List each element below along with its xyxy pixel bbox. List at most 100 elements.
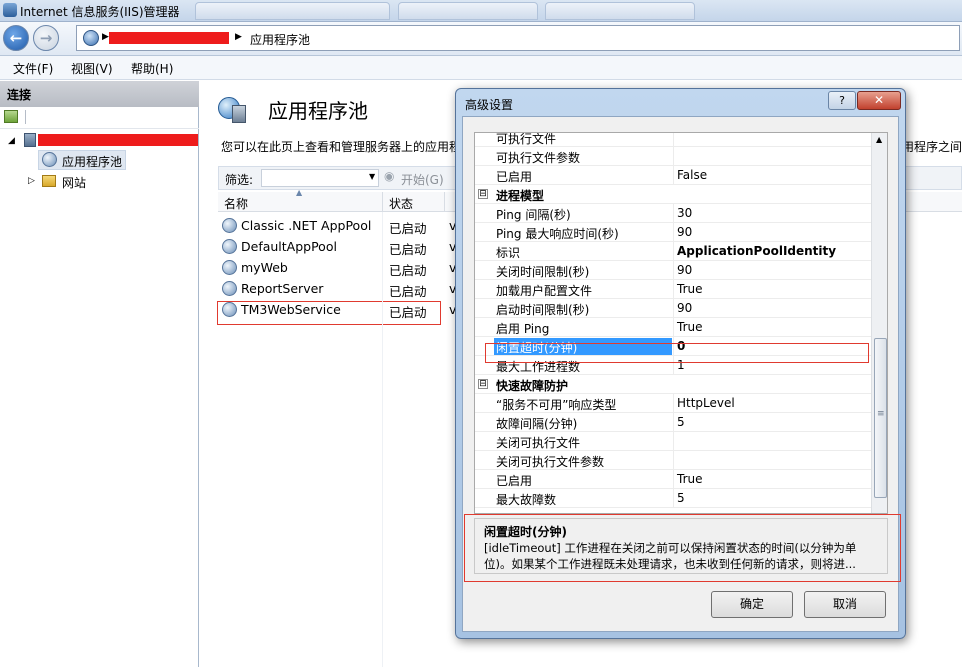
connections-panel: 连接 ◢ 应用程序池 ▷ 网站 <box>0 81 199 667</box>
advanced-settings-dialog: 高级设置 ? ✕ 可执行文件 可执行文件参数 已启用 False ⊟ 进程模型 Ping 间… <box>455 88 906 639</box>
connections-toolbar <box>0 107 199 129</box>
background-window-tab[interactable] <box>398 2 538 20</box>
start-binoculars-icon: ◉ <box>384 169 395 183</box>
highlight-box-idle-timeout <box>485 343 869 363</box>
tree-item-app-pools[interactable]: 应用程序池 <box>38 150 126 170</box>
background-window-tab[interactable] <box>545 2 695 20</box>
highlight-box-description <box>464 514 901 582</box>
column-divider[interactable] <box>382 192 383 212</box>
start-button[interactable]: 开始(G) <box>401 171 444 188</box>
forward-button[interactable]: → <box>33 25 59 51</box>
property-row[interactable]: 关闭可执行文件 <box>475 432 871 451</box>
close-button[interactable]: ✕ <box>857 91 901 110</box>
property-value[interactable]: 5 <box>677 491 685 505</box>
property-row[interactable]: 最大故障数 5 <box>475 489 871 508</box>
tree-item-sites[interactable]: 网站 <box>62 174 86 191</box>
breadcrumb-separator-icon: ▶ <box>102 32 109 42</box>
property-row[interactable]: 已启用 False <box>475 166 871 185</box>
property-row[interactable]: 已启用 True <box>475 470 871 489</box>
toolbar-divider <box>25 110 26 124</box>
column-divider <box>673 280 674 299</box>
page-title: 应用程序池 <box>268 99 368 123</box>
property-value[interactable]: 90 <box>677 225 692 239</box>
menu-help[interactable]: 帮助(H) <box>131 60 173 77</box>
property-row[interactable]: “服务不可用”响应类型 HttpLevel <box>475 394 871 413</box>
property-name: 故障间隔(分钟) <box>496 417 578 431</box>
back-button[interactable]: ← <box>3 25 29 51</box>
background-window-tab[interactable] <box>195 2 390 20</box>
scroll-up-icon[interactable]: ▲ <box>876 135 882 144</box>
property-value[interactable]: True <box>677 320 703 334</box>
scrollbar-thumb[interactable]: ≡ <box>874 338 887 498</box>
tree-expand-icon[interactable]: ▷ <box>28 176 35 186</box>
column-status[interactable]: 状态 <box>389 195 413 212</box>
property-value[interactable]: 90 <box>677 301 692 315</box>
ok-button[interactable]: 确定 <box>711 591 793 618</box>
column-divider <box>673 299 674 318</box>
app-pool-icon <box>42 152 57 167</box>
pool-status: 已启动 <box>389 242 427 257</box>
breadcrumb-separator-icon: ▶ <box>235 32 242 42</box>
property-category[interactable]: ⊟ 进程模型 <box>475 185 871 204</box>
property-name: “服务不可用”响应类型 <box>496 398 617 412</box>
vertical-scrollbar[interactable]: ▲ ≡ <box>871 133 887 513</box>
server-globe-icon <box>83 30 99 46</box>
property-name: 关闭可执行文件 <box>496 436 581 450</box>
property-value[interactable]: ApplicationPoolIdentity <box>677 244 836 258</box>
property-name: 关闭可执行文件参数 <box>496 455 605 469</box>
property-name: 可执行文件参数 <box>496 151 581 165</box>
pool-name: ReportServer <box>241 281 324 296</box>
property-value[interactable]: True <box>677 472 703 486</box>
property-name: 关闭时间限制(秒) <box>496 265 590 279</box>
filter-label: 筛选: <box>225 173 254 187</box>
cancel-button[interactable]: 取消 <box>804 591 886 618</box>
property-value[interactable]: 30 <box>677 206 692 220</box>
property-category[interactable]: ⊟ 快速故障防护 <box>475 375 871 394</box>
property-row[interactable]: Ping 间隔(秒) 30 <box>475 204 871 223</box>
property-row[interactable]: 故障间隔(分钟) 5 <box>475 413 871 432</box>
property-row[interactable]: 启动时间限制(秒) 90 <box>475 299 871 318</box>
property-value[interactable]: 90 <box>677 263 692 277</box>
filter-input[interactable] <box>261 169 379 187</box>
property-name: Ping 间隔(秒) <box>496 208 571 222</box>
filter-dropdown-icon[interactable]: ▼ <box>369 172 375 181</box>
property-value[interactable]: False <box>677 168 707 182</box>
app-pool-icon <box>222 239 237 254</box>
page-description-tail: 用程序之间 <box>902 140 962 154</box>
pool-name: myWeb <box>241 260 288 275</box>
column-divider <box>673 489 674 508</box>
app-pool-icon <box>222 260 237 275</box>
property-row[interactable]: 标识 ApplicationPoolIdentity <box>475 242 871 261</box>
collapse-category-icon[interactable]: ⊟ <box>478 379 488 389</box>
property-row[interactable]: 关闭时间限制(秒) 90 <box>475 261 871 280</box>
property-row[interactable]: 加载用户配置文件 True <box>475 280 871 299</box>
property-row[interactable]: 可执行文件参数 <box>475 147 871 166</box>
column-divider <box>673 432 674 451</box>
redacted-server-node[interactable] <box>38 134 198 146</box>
property-name: 启用 Ping <box>496 322 550 336</box>
breadcrumb-current[interactable]: 应用程序池 <box>250 31 310 48</box>
connections-header: 连接 <box>0 81 199 107</box>
column-divider[interactable] <box>444 192 445 212</box>
connect-icon[interactable] <box>4 110 18 123</box>
column-name[interactable]: 名称 <box>224 195 248 212</box>
property-row[interactable]: 关闭可执行文件参数 <box>475 451 871 470</box>
window-title-bar: Internet 信息服务(IIS)管理器 <box>0 0 962 22</box>
column-divider <box>673 261 674 280</box>
help-button[interactable]: ? <box>828 91 856 110</box>
property-value[interactable]: 5 <box>677 415 685 429</box>
grip-icon: ≡ <box>877 409 885 419</box>
tree-collapse-icon[interactable]: ◢ <box>8 136 15 146</box>
property-row[interactable]: Ping 最大响应时间(秒) 90 <box>475 223 871 242</box>
property-value[interactable]: True <box>677 282 703 296</box>
property-row[interactable]: 可执行文件 <box>475 133 871 147</box>
property-name: 加载用户配置文件 <box>496 284 593 298</box>
menu-view[interactable]: 视图(V) <box>71 60 113 77</box>
menu-file[interactable]: 文件(F) <box>13 60 53 77</box>
property-row[interactable]: 启用 Ping True <box>475 318 871 337</box>
address-path[interactable]: ▶ ▶ 应用程序池 <box>76 25 960 51</box>
column-divider <box>673 223 674 242</box>
close-icon: ✕ <box>873 93 885 107</box>
property-value[interactable]: HttpLevel <box>677 396 735 410</box>
collapse-category-icon[interactable]: ⊟ <box>478 189 488 199</box>
